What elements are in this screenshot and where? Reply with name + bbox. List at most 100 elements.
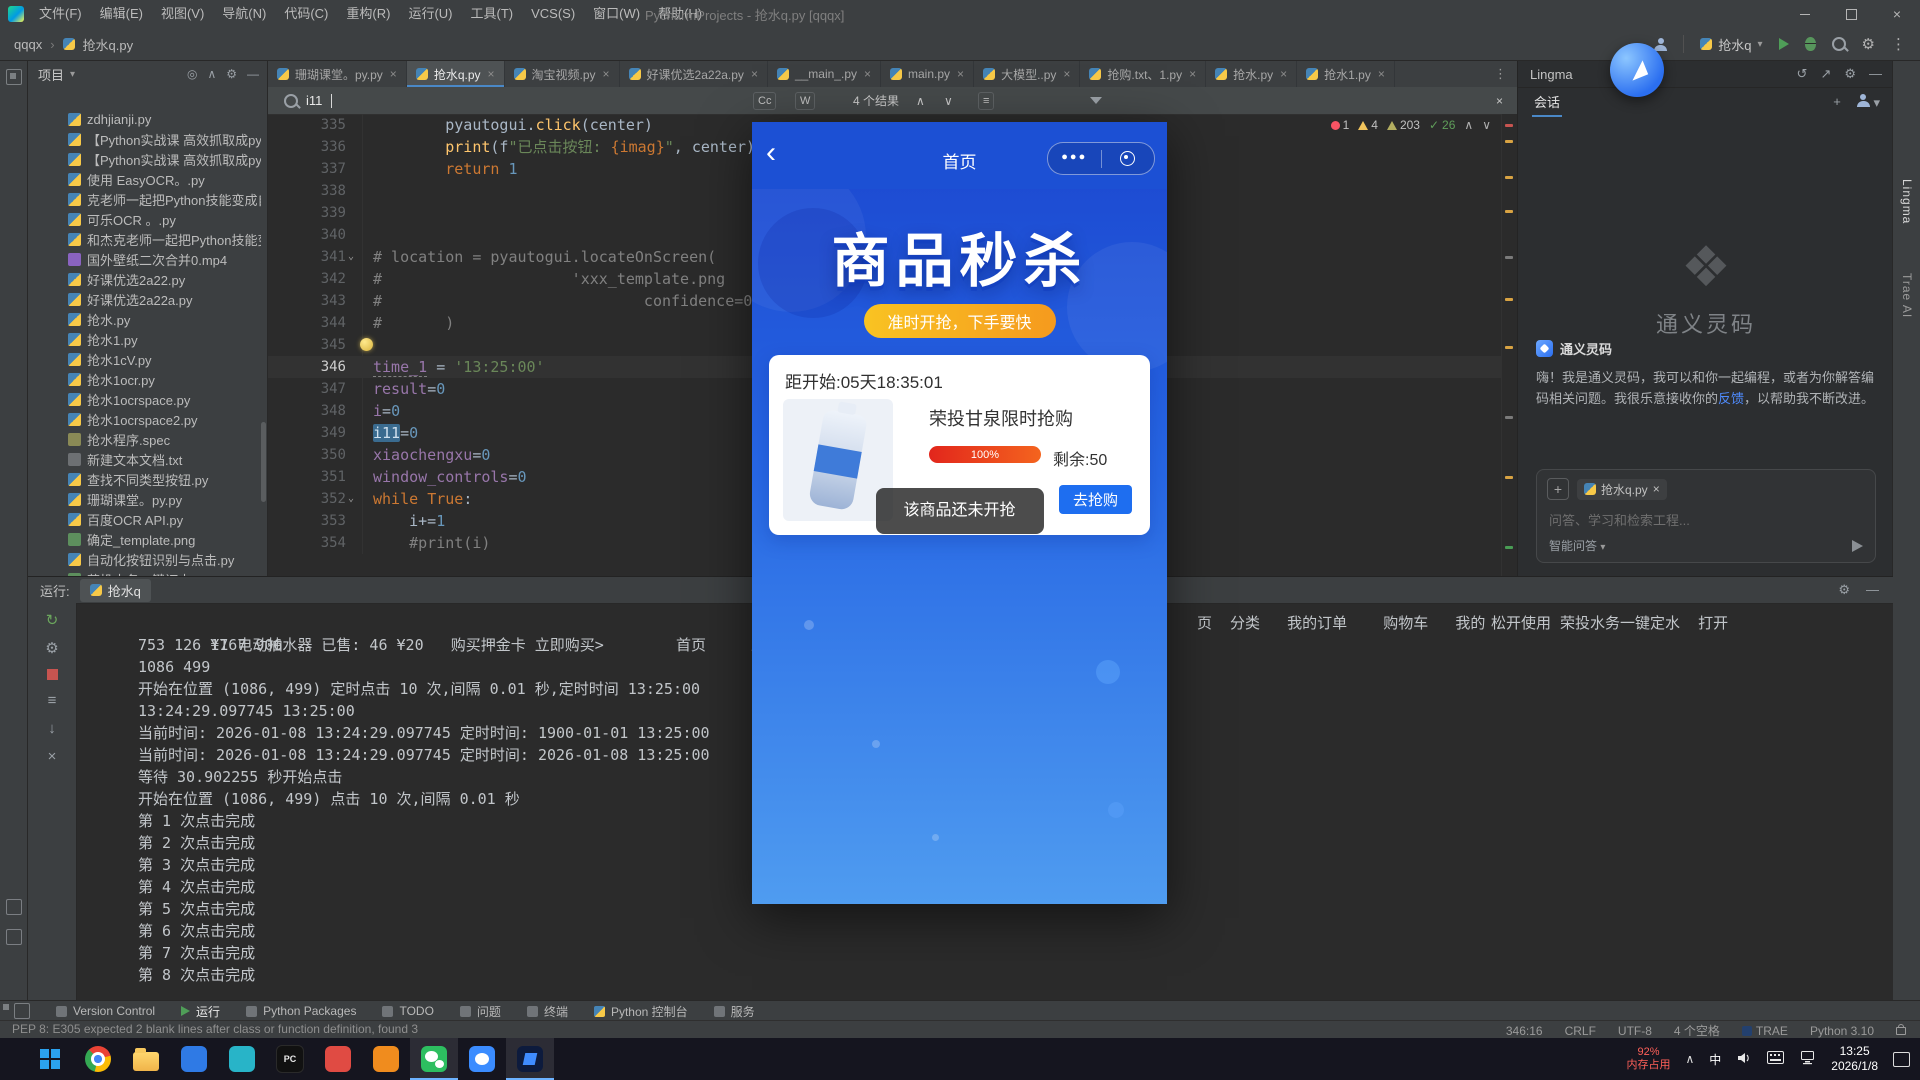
whole-words-toggle[interactable]: W <box>795 87 815 114</box>
editor-tab[interactable]: 抢水q.py× <box>407 61 505 87</box>
bookmarks-tool-icon[interactable] <box>6 899 22 915</box>
open-in-window-icon[interactable]: ↗ <box>1820 66 1831 82</box>
collapse-all-icon[interactable]: ∧ <box>207 67 216 81</box>
console-tab[interactable]: 抢水q <box>80 579 151 602</box>
tab-trae-ai[interactable]: Trae AI <box>1900 273 1914 318</box>
indent-style[interactable]: 4 个空格 <box>1674 1022 1720 1039</box>
tab-close-icon[interactable]: × <box>957 67 964 81</box>
close-search-icon[interactable]: × <box>1496 87 1503 114</box>
taskbar-app-app-orange[interactable] <box>362 1038 410 1080</box>
tree-item[interactable]: 抢水1ocrspace.py <box>28 389 261 409</box>
stripe-mark[interactable] <box>1505 124 1513 127</box>
new-session-icon[interactable]: + <box>1833 94 1841 111</box>
stop-icon[interactable] <box>47 669 58 680</box>
search-field[interactable]: i11 <box>284 87 332 114</box>
tab-close-icon[interactable]: × <box>1063 67 1070 81</box>
search-everywhere-icon[interactable] <box>1832 37 1846 51</box>
stripe-mark[interactable] <box>1505 298 1513 301</box>
tree-item[interactable]: zdhjianji.py <box>28 109 261 129</box>
maximize-button[interactable] <box>1828 0 1874 28</box>
toolwindow-button-services[interactable]: 服务 <box>714 1003 755 1020</box>
structure-tool-icon[interactable] <box>6 929 22 945</box>
session-tab[interactable]: 会话 <box>1532 88 1562 117</box>
settings-gear-icon[interactable]: ⚙ <box>1844 66 1856 82</box>
settings-gear-icon[interactable]: ⚙ <box>1862 37 1875 52</box>
tab-overflow-icon[interactable]: ⋮ <box>1484 61 1517 87</box>
stripe-mark[interactable] <box>1505 140 1513 143</box>
tree-item[interactable]: 确定_template.png <box>28 529 261 549</box>
restore-layout-icon[interactable]: ≡ <box>48 693 57 708</box>
toolwindow-button-todo[interactable]: TODO <box>382 1004 433 1018</box>
tree-item[interactable]: 好课优选2a22.py <box>28 269 261 289</box>
stripe-mark[interactable] <box>1505 416 1513 419</box>
toolwindow-button-problems[interactable]: 问题 <box>460 1003 501 1020</box>
tab-close-icon[interactable]: × <box>1378 67 1385 81</box>
editor-tab[interactable]: 淘宝视频.py× <box>505 61 620 87</box>
project-panel-title[interactable]: 项目 <box>38 65 64 84</box>
network-icon[interactable] <box>1799 1051 1816 1068</box>
editor-tab[interactable]: 抢购.txt、1.py× <box>1080 61 1206 87</box>
tab-close-icon[interactable]: × <box>488 67 495 81</box>
taskbar-app-chrome[interactable] <box>74 1038 122 1080</box>
tree-item[interactable]: 抢水程序.spec <box>28 429 261 449</box>
taskbar-app-app-red[interactable] <box>314 1038 362 1080</box>
tree-item[interactable]: 克老师一起把Python技能变成自己 <box>28 189 261 209</box>
settings-gear-icon[interactable]: ⚙ <box>226 67 237 81</box>
hide-panel-icon[interactable]: — <box>247 67 259 81</box>
capsule-menu-button[interactable]: ●●● <box>1048 155 1101 163</box>
hide-panel-icon[interactable]: — <box>1869 66 1882 82</box>
rerun-icon[interactable]: ↻ <box>46 613 59 628</box>
tree-item[interactable]: 自动化按钮识别与点击.py <box>28 549 261 569</box>
menu-item[interactable]: 重构(R) <box>337 0 399 28</box>
user-account-icon[interactable]: ▾ <box>1857 94 1880 111</box>
minimize-button[interactable] <box>1782 0 1828 28</box>
tree-item[interactable]: 抢水.py <box>28 309 261 329</box>
feedback-link[interactable]: 反馈 <box>1718 391 1744 406</box>
tree-item[interactable]: 抢水1ocrspace2.py <box>28 409 261 429</box>
editor-tab[interactable]: __main_.py× <box>768 61 881 87</box>
toolwindow-button-vcs[interactable]: Version Control <box>56 1004 155 1018</box>
close-button[interactable]: × <box>1874 0 1920 28</box>
toolwindow-button-terminal[interactable]: 终端 <box>527 1003 568 1020</box>
taskbar-app-wechat[interactable] <box>410 1038 458 1080</box>
select-all-matches-icon[interactable]: ≡ <box>978 87 994 114</box>
stripe-mark[interactable] <box>1505 346 1513 349</box>
menu-item[interactable]: 文件(F) <box>30 0 91 28</box>
tab-lingma[interactable]: Lingma <box>1900 179 1914 224</box>
taskbar-app-wxwork[interactable] <box>458 1038 506 1080</box>
ime-indicator[interactable]: 中 <box>1709 1051 1721 1068</box>
locate-file-icon[interactable]: ◎ <box>187 67 197 81</box>
modify-run-icon[interactable]: ⚙ <box>45 641 58 656</box>
next-problem-icon[interactable]: ∨ <box>1482 118 1491 132</box>
taskbar-app-app-teal[interactable] <box>218 1038 266 1080</box>
breadcrumb-file[interactable]: 抢水q.py <box>83 35 134 54</box>
tab-close-icon[interactable]: × <box>1189 67 1196 81</box>
filter-icon[interactable] <box>1090 87 1102 114</box>
tab-close-icon[interactable]: × <box>751 67 758 81</box>
line-separator[interactable]: CRLF <box>1565 1024 1596 1038</box>
attached-file-chip[interactable]: 抢水q.py × <box>1577 479 1667 500</box>
volume-icon[interactable] <box>1736 1050 1752 1069</box>
scroll-to-end-icon[interactable]: ↓ <box>48 721 56 736</box>
add-context-button[interactable]: + <box>1547 478 1569 500</box>
clear-console-icon[interactable]: × <box>48 749 57 764</box>
tree-item[interactable]: 抢水1.py <box>28 329 261 349</box>
fold-icon[interactable]: ⌄ <box>348 246 354 268</box>
taskbar-clock[interactable]: 13:25 2026/1/8 <box>1831 1044 1878 1074</box>
editor-tab[interactable]: 大模型..py× <box>974 61 1080 87</box>
menu-item[interactable]: 编辑(E) <box>91 0 152 28</box>
tree-item[interactable]: 国外壁纸二次合并0.mp4 <box>28 249 261 269</box>
tree-item[interactable]: 抢水1ocr.py <box>28 369 261 389</box>
fold-icon[interactable]: ⌄ <box>348 488 354 510</box>
tab-close-icon[interactable]: × <box>603 67 610 81</box>
send-message-icon[interactable] <box>1852 540 1863 552</box>
chat-input-placeholder[interactable]: 问答、学习和检索工程... <box>1549 510 1690 529</box>
project-button[interactable]: qqqx <box>14 37 42 52</box>
editor-tab[interactable]: main.py× <box>881 61 974 87</box>
menu-item[interactable]: 导航(N) <box>213 0 275 28</box>
project-tool-icon[interactable] <box>6 69 22 85</box>
tree-item[interactable]: 新建文本文档.txt <box>28 449 261 469</box>
tab-close-icon[interactable]: × <box>1280 67 1287 81</box>
keyboard-icon[interactable] <box>1767 1051 1784 1067</box>
toolwindow-button-run[interactable]: 运行 <box>181 1003 220 1020</box>
